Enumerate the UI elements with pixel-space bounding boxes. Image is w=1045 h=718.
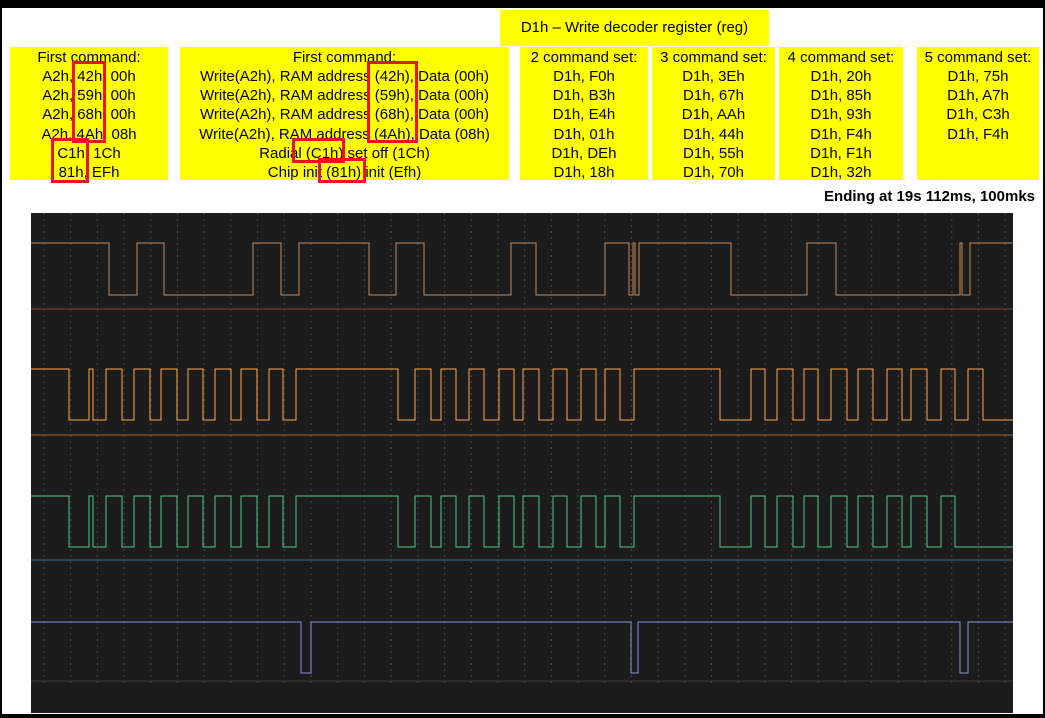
command-set-3-line: D1h, 3Eh — [682, 68, 745, 85]
command-set-2-line: D1h, DEh — [551, 144, 617, 162]
command-set-3-line: D1h, 55h — [683, 144, 744, 162]
command-set-5-line: D1h, 75h — [947, 68, 1009, 85]
first-command-desc-line: Write(A2h), RAM address (68h), Data (00h… — [200, 106, 489, 124]
first-command-desc-header: First command: — [292, 49, 397, 66]
command-set-2-line: D1h, 01h — [553, 125, 615, 143]
channel-3-trace — [31, 495, 1013, 548]
logic-analyzer-scope — [31, 213, 1013, 713]
first-command-line: 81h, EFh — [58, 163, 120, 180]
highlight-command-bytes — [51, 138, 89, 183]
command-set-3-header: 3 command set: — [660, 49, 767, 66]
command-set-3-line: D1h, 67h — [683, 87, 744, 105]
highlight-chip-init-command — [318, 158, 366, 183]
ending-timestamp: Ending at 19s 112ms, 100mks — [824, 188, 1035, 205]
first-command-desc-line: Write(A2h), RAM address (59h), Data (00h… — [200, 87, 489, 105]
command-set-4-line: D1h, 32h — [810, 163, 872, 180]
command-set-4-box: 4 command set: D1h, 20h D1h, 85h D1h, 93… — [779, 47, 903, 180]
first-command-desc-line: Write(A2h), RAM address (42h), Data (00h… — [200, 68, 489, 85]
channel-4-trace — [31, 621, 1013, 674]
command-set-4-line: D1h, 93h — [810, 106, 872, 124]
title-banner: D1h – Write decoder register (reg) — [500, 10, 769, 46]
command-set-4-line: D1h, F1h — [810, 144, 872, 162]
command-set-2-box: 2 command set: D1h, F0h D1h, B3h D1h, E4… — [520, 47, 648, 180]
channel-2-trace — [31, 368, 1013, 421]
command-set-4-line: D1h, 20h — [810, 68, 872, 85]
channel-1-trace — [31, 242, 1013, 296]
first-command-line: C1h, 1Ch — [57, 144, 121, 162]
command-set-4-line: D1h, F4h — [810, 125, 872, 143]
command-set-4-header: 4 command set: — [787, 49, 895, 66]
command-set-5-line: D1h, C3h — [946, 106, 1010, 124]
command-set-3-line: D1h, 44h — [683, 125, 744, 143]
scope-traces — [31, 213, 1013, 683]
command-set-5-line: D1h, A7h — [947, 87, 1009, 105]
command-set-3-box: 3 command set: D1h, 3Eh D1h, 67h D1h, AA… — [652, 47, 775, 180]
command-set-2-line: D1h, F0h — [553, 68, 615, 85]
command-set-2-line: D1h, E4h — [552, 106, 616, 124]
command-set-4-line: D1h, 85h — [810, 87, 872, 105]
command-set-2-line: D1h, B3h — [552, 87, 616, 105]
highlight-ram-address — [367, 61, 418, 143]
command-set-2-header: 2 command set: — [530, 49, 638, 66]
command-set-5-header: 5 command set: — [924, 49, 1032, 66]
command-set-2-line: D1h, 18h — [553, 163, 615, 180]
command-set-5-line: D1h, F4h — [947, 125, 1009, 143]
scope-grid — [43, 213, 1006, 683]
title-text: D1h – Write decoder register (reg) — [520, 19, 749, 36]
command-set-5-box: 5 command set: D1h, 75h D1h, A7h D1h, C3… — [917, 47, 1039, 180]
command-set-3-line: D1h, AAh — [681, 106, 746, 124]
highlight-address-column — [72, 61, 106, 143]
command-set-3-line: D1h, 70h — [683, 163, 744, 180]
